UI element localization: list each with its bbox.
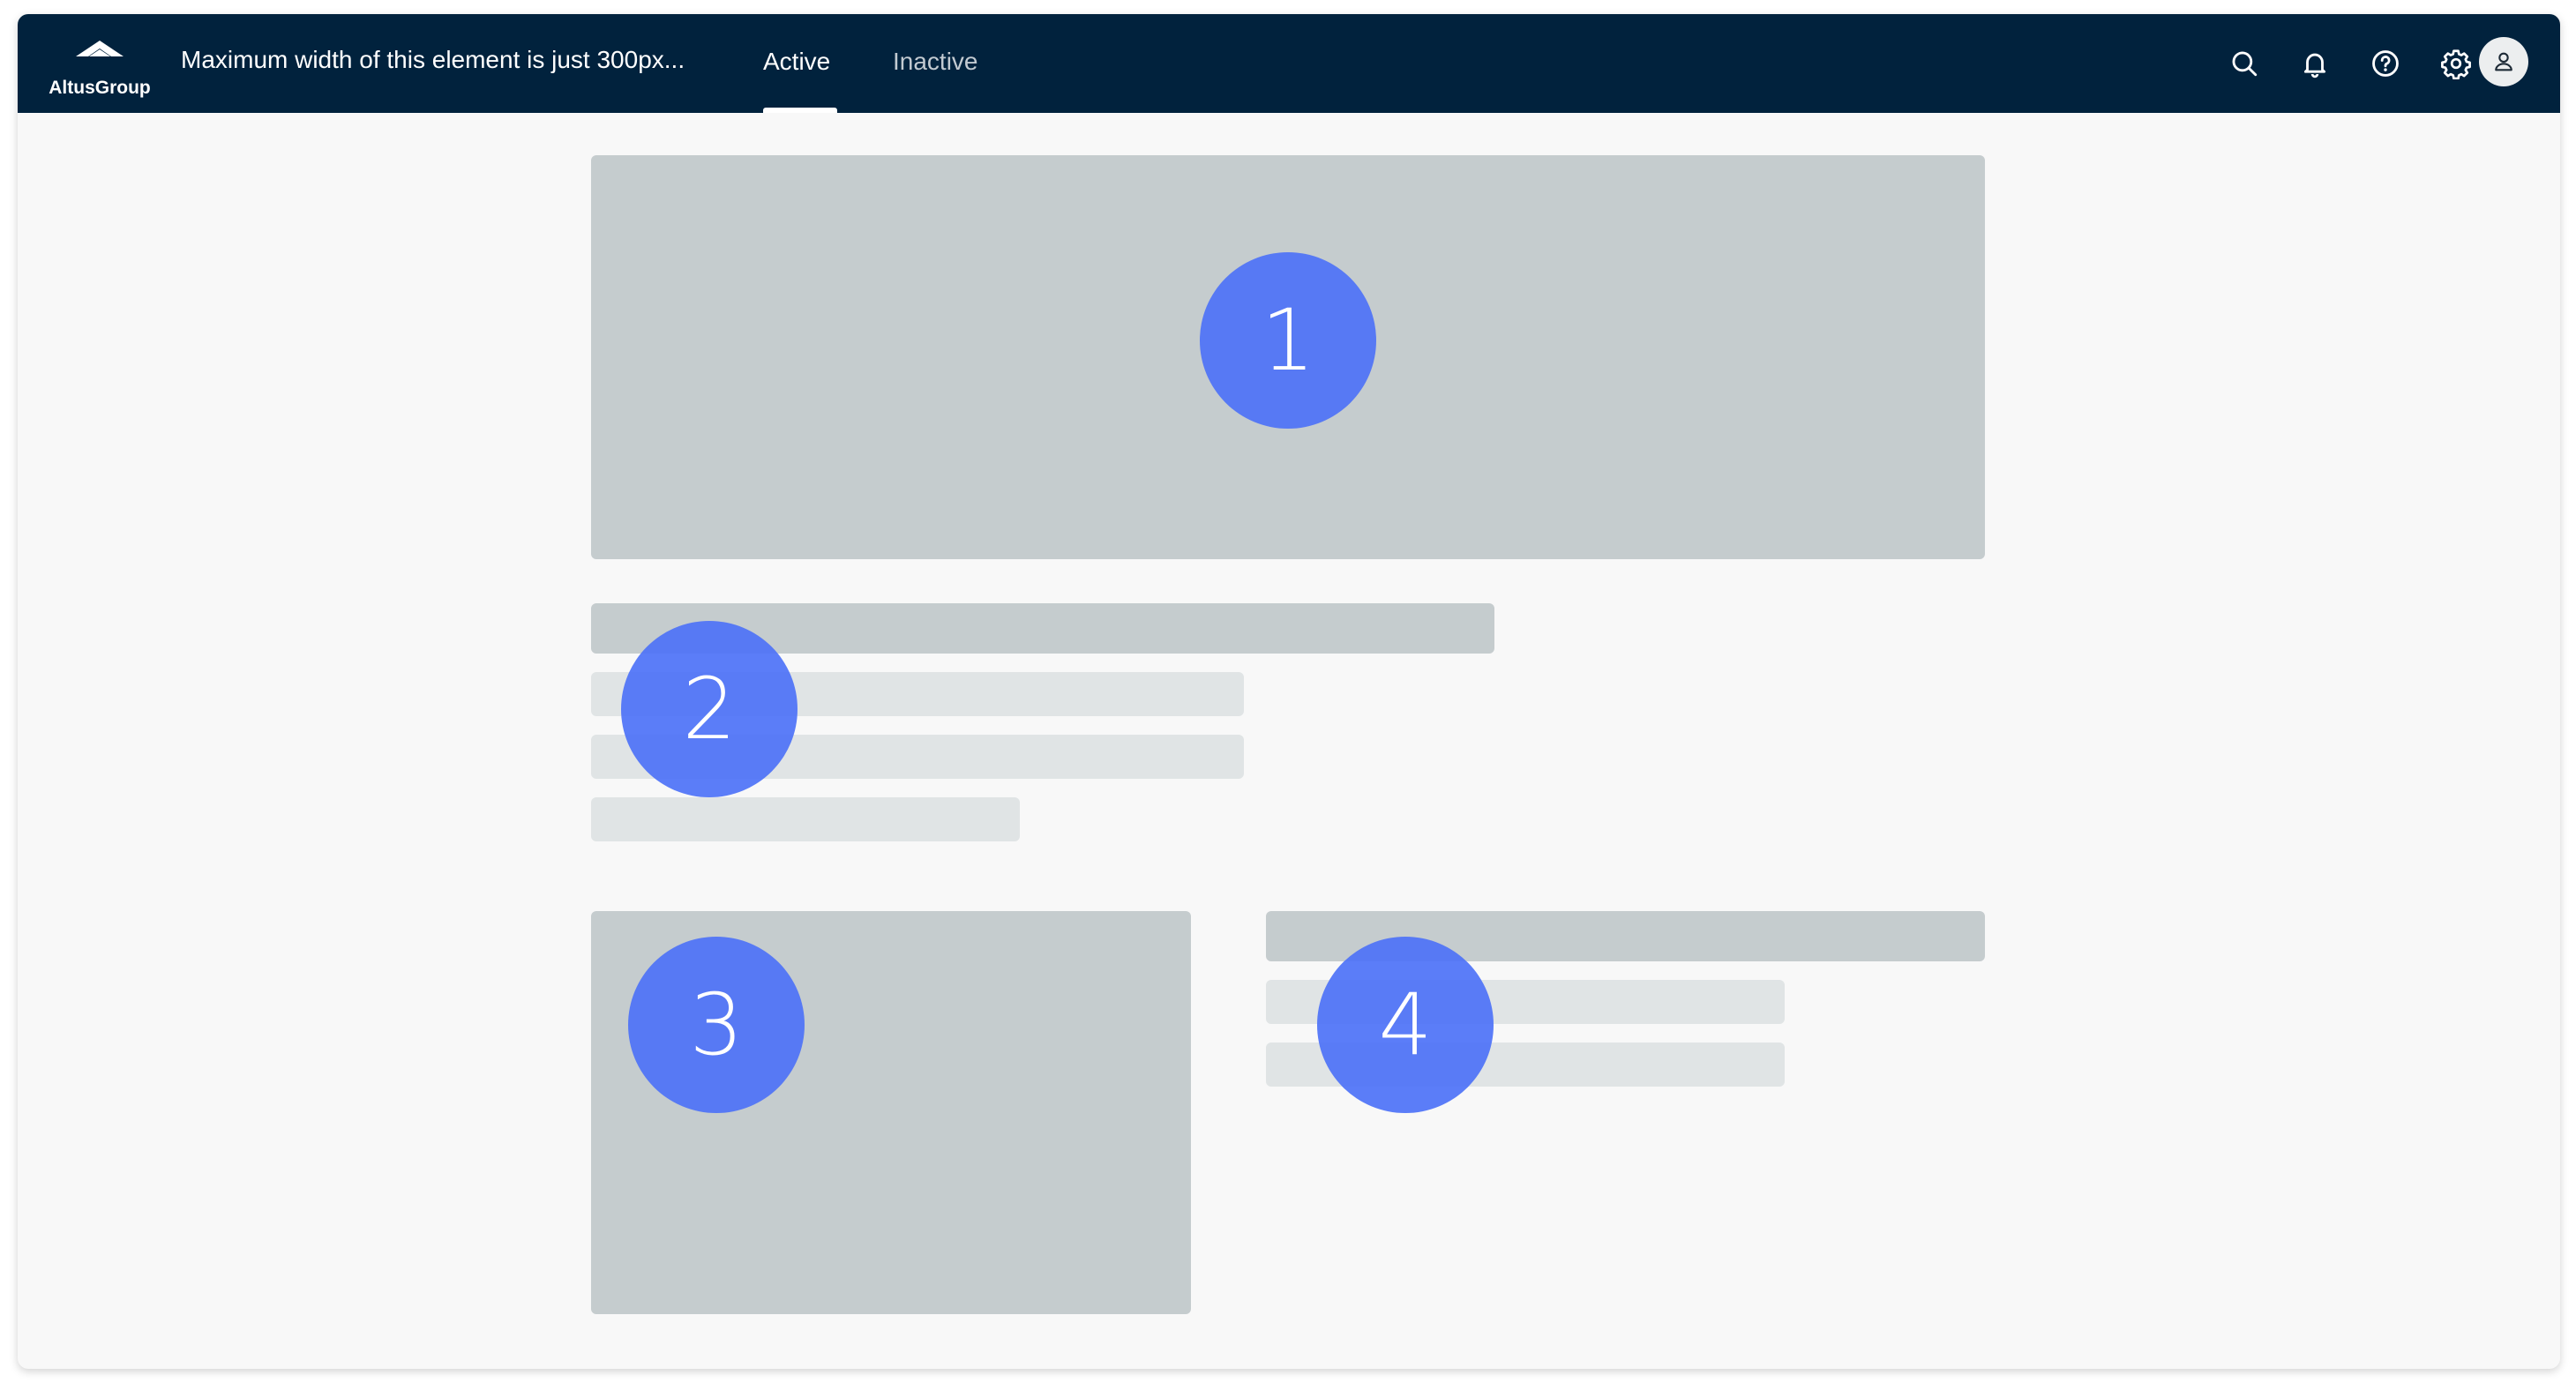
mountain-logo-icon — [76, 41, 124, 56]
active-tab-indicator — [763, 108, 837, 113]
help-button[interactable] — [2366, 44, 2405, 83]
text-line-placeholder — [591, 797, 1020, 841]
section-marker-2: 2 — [621, 621, 798, 797]
tab-inactive[interactable]: Inactive — [893, 48, 978, 76]
user-icon — [2495, 52, 2512, 71]
search-button[interactable] — [2225, 44, 2264, 83]
logo-text: AltusGroup — [49, 78, 151, 98]
bell-icon — [2303, 53, 2326, 78]
search-icon — [2232, 51, 2258, 77]
page-title: Maximum width of this element is just 30… — [181, 46, 685, 73]
app-window: AltusGroup Maximum width of this element… — [18, 14, 2560, 1369]
user-avatar-button[interactable] — [2479, 37, 2528, 86]
help-icon — [2372, 50, 2399, 77]
settings-button[interactable] — [2437, 44, 2475, 83]
gear-icon — [2441, 49, 2471, 79]
section-marker-3: 3 — [628, 937, 805, 1113]
top-navigation-bar: AltusGroup Maximum width of this element… — [18, 14, 2560, 113]
tab-active[interactable]: Active — [763, 48, 830, 76]
section-marker-1: 1 — [1200, 252, 1376, 429]
section-marker-4: 4 — [1317, 937, 1494, 1113]
notifications-button[interactable] — [2295, 44, 2334, 83]
altus-group-logo[interactable]: AltusGroup — [48, 41, 152, 98]
